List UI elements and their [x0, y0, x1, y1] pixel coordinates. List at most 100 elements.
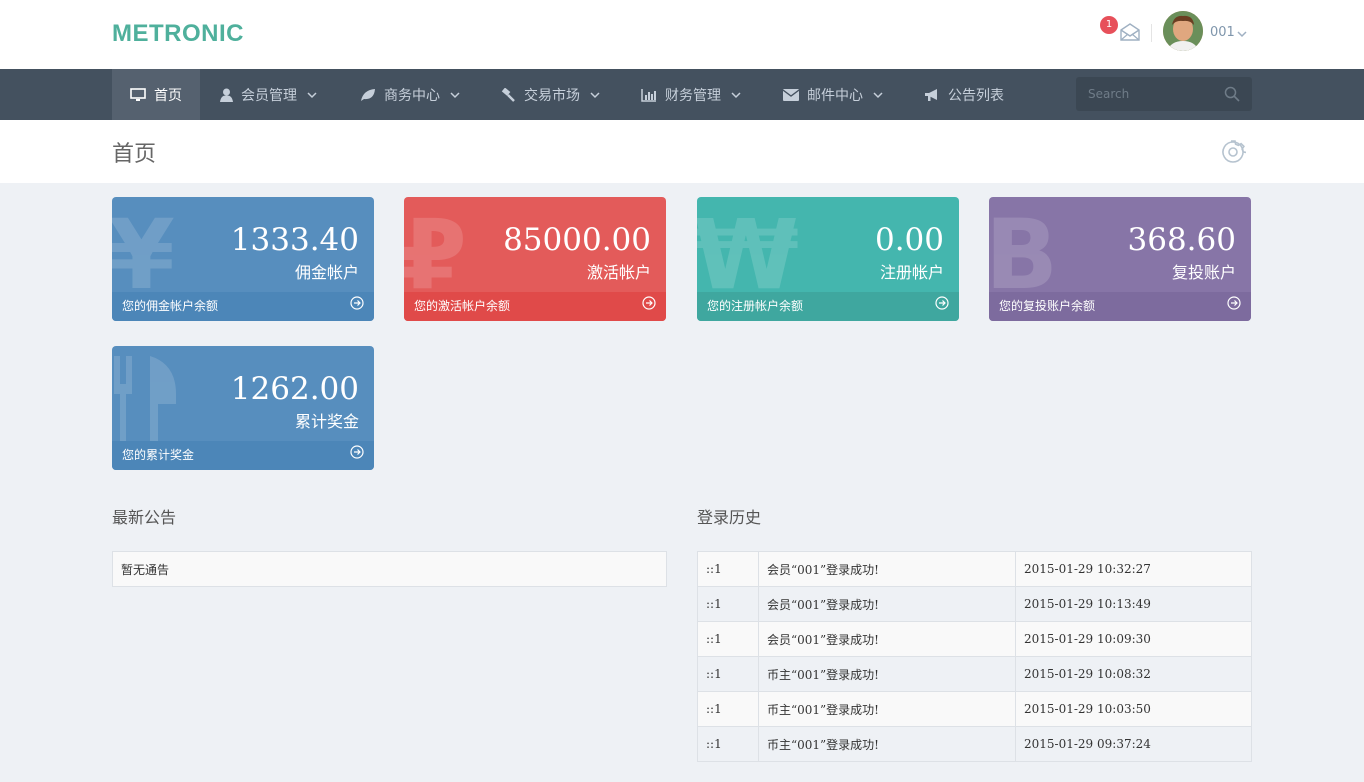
card-label: 激活帐户: [586, 263, 651, 282]
envelope-open-icon[interactable]: [1119, 21, 1141, 43]
search-icon[interactable]: [1224, 86, 1240, 106]
table-row: ::1 会员“001”登录成功! 2015-01-29 10:09:30: [697, 621, 1252, 657]
cutlery-icon: [114, 356, 176, 444]
card-footer-link[interactable]: 您的佣金帐户余额: [112, 292, 374, 321]
notices-table: 暂无通告: [112, 551, 667, 587]
card-footer-text: 您的累计奖金: [122, 448, 195, 462]
stat-card-total-bonus: 1262.00 累计奖金 您的累计奖金: [112, 346, 374, 470]
nav-item-business[interactable]: 商务中心: [360, 69, 460, 120]
leaf-icon: [361, 88, 375, 101]
cell-message: 会员“001”登录成功!: [758, 586, 1016, 622]
card-label: 累计奖金: [294, 412, 359, 431]
user-icon: [220, 88, 233, 102]
ruble-icon: ₽: [404, 199, 467, 311]
envelope-icon: [783, 88, 799, 101]
table-row: ::1 币主“001”登录成功! 2015-01-29 10:08:32: [697, 656, 1252, 692]
cell-message: 币主“001”登录成功!: [758, 656, 1016, 692]
desktop-icon: [130, 87, 146, 101]
card-footer-text: 您的佣金帐户余额: [122, 299, 219, 313]
cell-time: 2015-01-29 10:13:49: [1015, 586, 1252, 622]
card-value: 1262.00: [230, 371, 359, 407]
mail-badge: 1: [1100, 16, 1118, 34]
card-label: 注册帐户: [879, 263, 944, 282]
table-row: ::1 币主“001”登录成功! 2015-01-29 10:03:50: [697, 691, 1252, 727]
card-footer-text: 您的注册帐户余额: [707, 299, 804, 313]
nav-item-home[interactable]: 首页: [112, 69, 200, 120]
cell-time: 2015-01-29 10:08:32: [1015, 656, 1252, 692]
search-input[interactable]: [1076, 77, 1216, 111]
nav-item-label: 会员管理: [241, 87, 297, 104]
nav-item-label: 交易市场: [524, 87, 580, 104]
nav-item-announcements[interactable]: 公告列表: [924, 69, 1004, 120]
nav-item-label: 邮件中心: [807, 87, 863, 104]
stat-card-activation: ₽ 85000.00 激活帐户 您的激活帐户余额: [404, 197, 666, 321]
nav-item-finance[interactable]: 财务管理: [641, 69, 741, 120]
nav-item-market[interactable]: 交易市场: [500, 69, 600, 120]
nav-item-label: 财务管理: [665, 87, 721, 104]
chevron-down-icon: [590, 91, 600, 98]
arrow-circle-right-icon[interactable]: [350, 296, 364, 314]
bullhorn-icon: [925, 88, 937, 101]
nav-item-label: 首页: [154, 87, 182, 104]
card-value: 1333.40: [230, 222, 359, 258]
arrow-circle-right-icon[interactable]: [1227, 296, 1241, 314]
login-history-title: 登录历史: [697, 508, 762, 527]
nav-item-label: 公告列表: [948, 87, 1004, 104]
table-row: ::1 会员“001”登录成功! 2015-01-29 10:13:49: [697, 586, 1252, 622]
page-title: 首页: [112, 142, 157, 167]
cell-ip: ::1: [697, 621, 759, 657]
table-row: ::1 币主“001”登录成功! 2015-01-29 09:37:24: [697, 726, 1252, 762]
nav-item-mail[interactable]: 邮件中心: [783, 69, 883, 120]
chevron-down-icon[interactable]: [1237, 27, 1247, 38]
arrow-circle-right-icon[interactable]: [350, 445, 364, 463]
arrow-circle-right-icon[interactable]: [642, 296, 656, 314]
card-label: 复投账户: [1171, 263, 1236, 282]
cell-time: 2015-01-29 10:03:50: [1015, 691, 1252, 727]
cell-time: 2015-01-29 10:09:30: [1015, 621, 1252, 657]
chevron-down-icon: [450, 91, 460, 98]
card-value: 0.00: [874, 222, 944, 258]
card-footer-link[interactable]: 您的注册帐户余额: [697, 292, 959, 321]
chevron-down-icon: [731, 91, 741, 98]
chevron-down-icon: [873, 91, 883, 98]
card-footer-link[interactable]: 您的累计奖金: [112, 441, 374, 470]
card-value: 85000.00: [503, 222, 651, 258]
main-nav: 首页 会员管理 商务中心 交易市场 财务管理 邮件中心 公告列表: [0, 69, 1364, 120]
cell-ip: ::1: [697, 726, 759, 762]
table-row: ::1 会员“001”登录成功! 2015-01-29 10:32:27: [697, 551, 1252, 587]
stat-card-registration: ₩ 0.00 注册帐户 您的注册帐户余额: [697, 197, 959, 321]
gavel-icon: [501, 87, 515, 102]
cell-message: 币主“001”登录成功!: [758, 726, 1016, 762]
stat-card-reinvest: B 368.60 复投账户 您的复投账户余额: [989, 197, 1251, 321]
cell-time: 2015-01-29 10:32:27: [1015, 551, 1252, 587]
cell-ip: ::1: [697, 551, 759, 587]
card-label: 佣金帐户: [294, 263, 359, 282]
card-footer-link[interactable]: 您的复投账户余额: [989, 292, 1251, 321]
yen-icon: ¥: [112, 199, 175, 311]
avatar[interactable]: [1163, 11, 1203, 51]
page-title-bar: [0, 120, 1364, 183]
card-value: 368.60: [1127, 222, 1236, 258]
notice-empty: 暂无通告: [112, 551, 667, 587]
cell-ip: ::1: [697, 656, 759, 692]
arrow-circle-right-icon[interactable]: [935, 296, 949, 314]
bar-chart-icon: [641, 88, 656, 102]
cell-message: 币主“001”登录成功!: [758, 691, 1016, 727]
logo[interactable]: METRONIC: [112, 20, 244, 48]
chevron-down-icon: [307, 91, 317, 98]
gear-icon[interactable]: [1220, 139, 1247, 169]
nav-item-label: 商务中心: [384, 87, 440, 104]
cell-ip: ::1: [697, 586, 759, 622]
nav-item-members[interactable]: 会员管理: [220, 69, 317, 120]
cell-ip: ::1: [697, 691, 759, 727]
cell-message: 会员“001”登录成功!: [758, 551, 1016, 587]
card-footer-link[interactable]: 您的激活帐户余额: [404, 292, 666, 321]
won-icon: ₩: [697, 199, 799, 311]
card-footer-text: 您的激活帐户余额: [414, 299, 511, 313]
cell-time: 2015-01-29 09:37:24: [1015, 726, 1252, 762]
bitcoin-icon: B: [989, 199, 1059, 311]
header-divider: [1151, 24, 1152, 42]
cell-message: 会员“001”登录成功!: [758, 621, 1016, 657]
stat-card-commission: ¥ 1333.40 佣金帐户 您的佣金帐户余额: [112, 197, 374, 321]
username[interactable]: 001: [1210, 25, 1235, 40]
